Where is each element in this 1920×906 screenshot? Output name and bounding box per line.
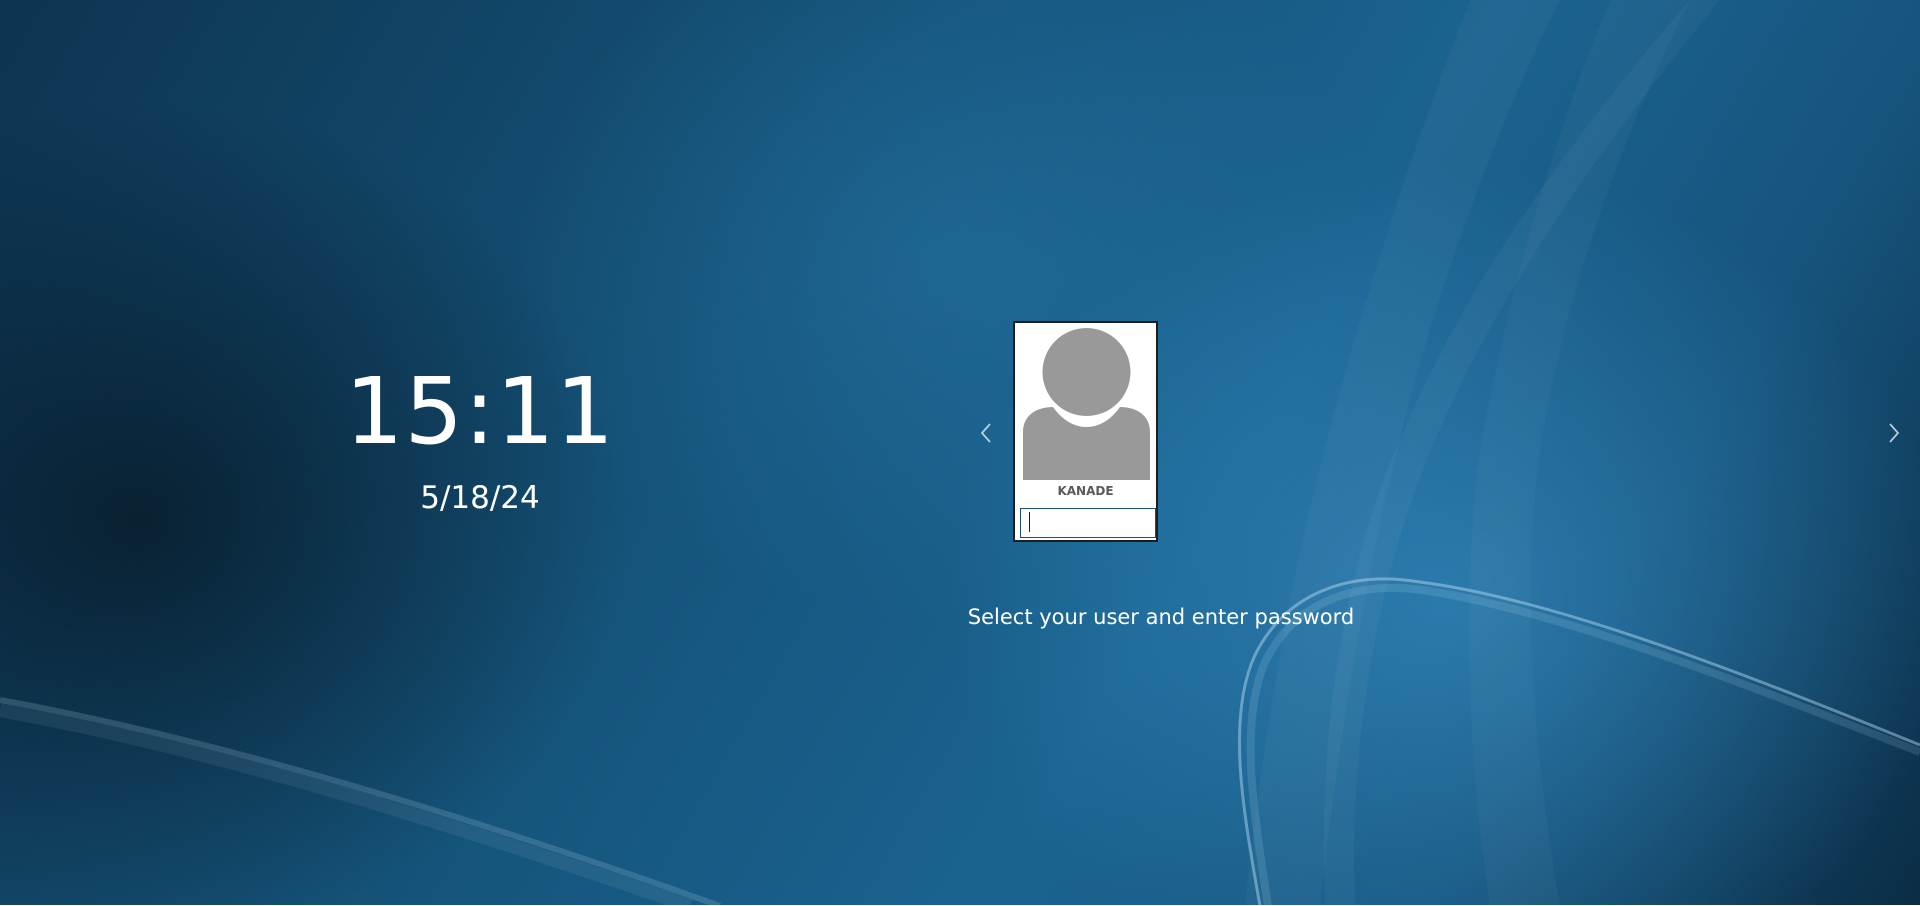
login-prompt: Select your user and enter password — [967, 605, 1355, 629]
previous-user-button[interactable] — [971, 413, 1001, 453]
wallpaper: 15:11 5/18/24 KANADE Select your user an… — [0, 0, 1920, 906]
clock-date: 5/18/24 — [420, 480, 540, 516]
user-tile-kanade[interactable]: KANADE — [1013, 321, 1158, 542]
user-silhouette-icon — [1023, 328, 1150, 480]
chevron-right-icon — [1889, 423, 1900, 443]
clock-time: 15:11 — [344, 358, 616, 465]
password-field[interactable] — [1020, 508, 1156, 538]
user-name: KANADE — [1057, 484, 1114, 498]
text-caret — [1029, 512, 1030, 532]
chevron-left-icon — [980, 423, 991, 443]
lock-screen: 15:11 5/18/24 KANADE Select your user an… — [0, 0, 1920, 906]
wallpaper-swooshes — [0, 0, 1920, 906]
next-user-button[interactable] — [1879, 413, 1909, 453]
